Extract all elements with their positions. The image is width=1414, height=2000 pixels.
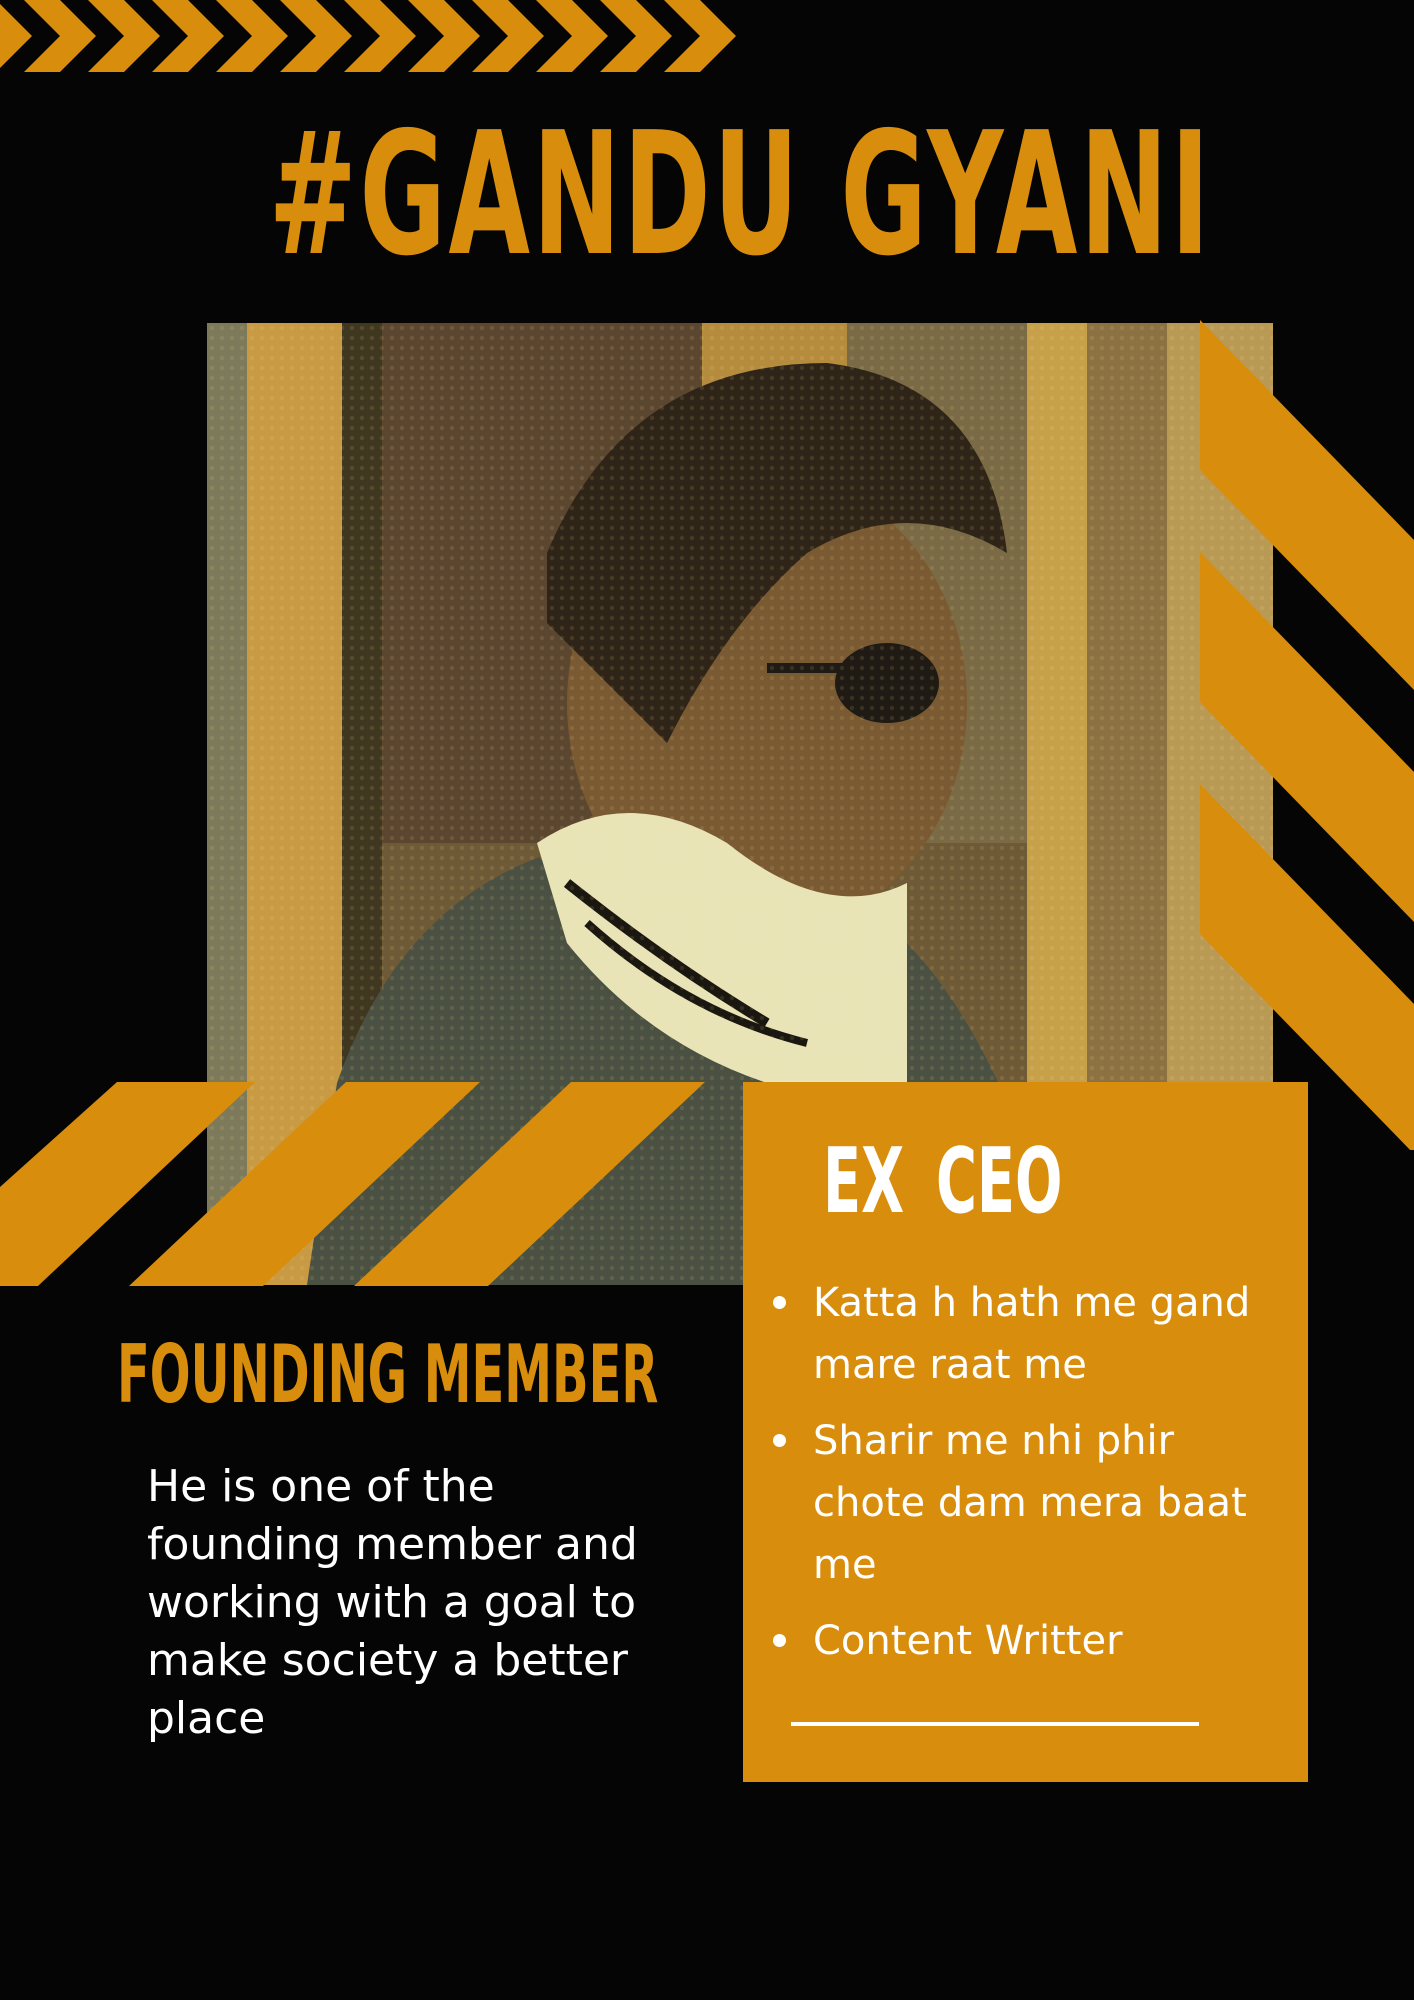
founding-heading: FOUNDING MEMBER: [117, 1328, 659, 1421]
role-point-text: Content Writter: [813, 1618, 1123, 1664]
left-stripes-decoration: [0, 1082, 705, 1286]
role-point-text: Katta h hath me gand mare raat me: [813, 1280, 1251, 1388]
chevron-strip-decoration: [0, 0, 736, 72]
right-stripes-decoration: [1200, 320, 1414, 1150]
role-heading: EX CEO: [823, 1129, 1063, 1234]
founding-description: He is one of the founding member and wor…: [147, 1461, 638, 1744]
poster: #GANDU GYANI EX CEO Katta h hath me gand…: [0, 0, 1414, 2000]
divider: [791, 1722, 1199, 1726]
role-card: EX CEO Katta h hath me gand mare raat me…: [743, 1082, 1308, 1782]
role-point-text: Sharir me nhi phir chote dam mera baat m…: [813, 1418, 1247, 1588]
list-item: Katta h hath me gand mare raat me: [773, 1272, 1283, 1396]
list-item: Sharir me nhi phir chote dam mera baat m…: [773, 1410, 1283, 1596]
bullet-icon: [773, 1634, 786, 1647]
bullet-icon: [773, 1296, 786, 1309]
bullet-icon: [773, 1434, 786, 1447]
list-item: Content Writter: [773, 1610, 1283, 1672]
page-title: #GANDU GYANI: [268, 96, 1213, 294]
role-points-list: Katta h hath me gand mare raat me Sharir…: [773, 1272, 1283, 1686]
